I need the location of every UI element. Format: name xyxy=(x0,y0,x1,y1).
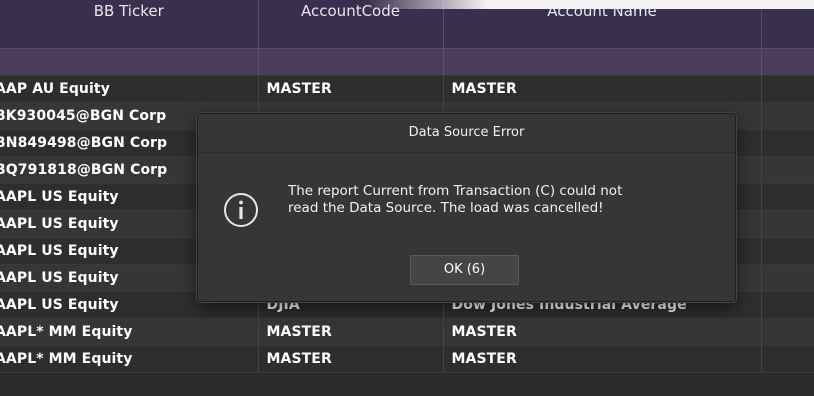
cell-account-name[interactable]: MASTER xyxy=(443,318,762,346)
filter-cell-c[interactable] xyxy=(761,48,814,76)
cell-c[interactable] xyxy=(761,156,814,184)
table-row[interactable]: AAPL* MM Equity MASTER MASTER xyxy=(0,318,814,346)
cell-account-code[interactable]: MASTER xyxy=(258,75,444,103)
cell-c[interactable] xyxy=(761,345,814,373)
filter-cell-account-code[interactable] xyxy=(258,48,444,76)
cell-account-code[interactable]: MASTER xyxy=(258,318,444,346)
cell-account-name[interactable]: MASTER xyxy=(443,75,762,103)
cell-c[interactable] xyxy=(761,102,814,130)
data-source-error-dialog: Data Source Error The report Current fro… xyxy=(197,113,736,302)
table-row[interactable]: AAPL* MM Equity MASTER MASTER xyxy=(0,345,814,373)
dialog-title: Data Source Error xyxy=(198,114,735,153)
window-chrome-edge xyxy=(0,0,814,9)
app-viewport: BB Ticker AccountCode Account Name C AAP… xyxy=(0,0,814,396)
table-row[interactable]: AAP AU Equity MASTER MASTER xyxy=(0,75,814,103)
dialog-message: The report Current from Transaction (C) … xyxy=(288,183,623,216)
dialog-body: The report Current from Transaction (C) … xyxy=(198,153,735,253)
info-icon xyxy=(224,193,258,227)
cell-bb-ticker[interactable]: AAPL* MM Equity xyxy=(0,318,259,346)
cell-c[interactable] xyxy=(761,210,814,238)
cell-c[interactable] xyxy=(761,318,814,346)
grid-filter-row xyxy=(0,48,814,76)
cell-c[interactable] xyxy=(761,75,814,103)
ok-button[interactable]: OK (6) xyxy=(410,255,519,285)
cell-c[interactable] xyxy=(761,264,814,292)
cell-bb-ticker[interactable]: AAP AU Equity xyxy=(0,75,259,103)
cell-account-name[interactable]: MASTER xyxy=(443,345,762,373)
cell-c[interactable] xyxy=(761,129,814,157)
filter-cell-account-name[interactable] xyxy=(443,48,762,76)
cell-c[interactable] xyxy=(761,291,814,319)
cell-c[interactable] xyxy=(761,183,814,211)
cell-account-code[interactable]: MASTER xyxy=(258,345,444,373)
cell-bb-ticker[interactable]: AAPL* MM Equity xyxy=(0,345,259,373)
filter-cell-bb-ticker[interactable] xyxy=(0,48,259,76)
cell-c[interactable] xyxy=(761,237,814,265)
